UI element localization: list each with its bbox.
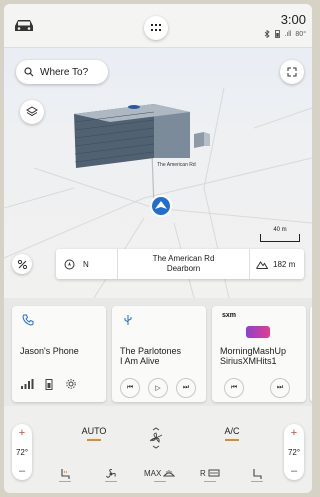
left-temperature-control[interactable]: + 72° – <box>12 424 32 480</box>
phone-name: Jason's Phone <box>20 346 79 356</box>
auto-indicator <box>87 439 101 441</box>
next-channel-icon: ⏭ <box>276 384 284 391</box>
max-defrost-indicator <box>153 481 166 482</box>
search-icon <box>24 67 34 77</box>
layers-icon <box>26 106 38 117</box>
heated-seat-indicator <box>59 481 71 482</box>
car-icon <box>15 20 33 31</box>
heading-indicator[interactable]: N <box>56 249 118 279</box>
altitude-text: 182 m <box>273 259 296 269</box>
expand-icon <box>287 67 297 77</box>
radio-controls: ⏮ ⏭ <box>224 378 290 398</box>
navigation-info-bar: N The American Rd Dearborn 182 m <box>56 249 304 279</box>
rear-defrost-icon <box>208 469 220 477</box>
artist-name: The Parlotones <box>120 346 182 356</box>
previous-channel-icon: ⏮ <box>230 384 238 391</box>
map-layers-button[interactable] <box>20 100 44 124</box>
battery-icon[interactable] <box>42 378 56 390</box>
phone-card[interactable]: Jason's Phone <box>12 306 106 402</box>
clock: 3:00 <box>280 12 306 27</box>
play-icon: ▷ <box>155 385 161 392</box>
station-logo-icon <box>246 326 270 338</box>
air-flow-button[interactable] <box>250 468 264 482</box>
apps-button[interactable] <box>144 16 168 40</box>
partial-card[interactable]: A <box>310 306 312 402</box>
grid-icon <box>151 24 161 31</box>
fan-indicator <box>105 481 117 482</box>
route-options-icon <box>17 259 27 269</box>
map-scale: 40 m <box>260 227 300 242</box>
top-bar: 3:00 .ıll 80° <box>4 4 312 48</box>
fan-recirculate-icon <box>106 468 116 478</box>
phone-battery-icon <box>275 30 281 38</box>
right-temperature-control[interactable]: + 72° – <box>284 424 304 480</box>
play-button[interactable]: ▷ <box>148 378 168 398</box>
show-name: MorningMashUp <box>220 346 287 356</box>
rear-defrost-indicator <box>203 481 216 482</box>
settings-icon[interactable] <box>64 378 78 390</box>
mountain-icon <box>256 260 268 269</box>
fan-icon <box>149 427 163 449</box>
music-controls: ⏮ ▷ ⏭ <box>120 378 196 398</box>
city-name: Dearborn <box>166 264 201 273</box>
search-bar[interactable]: Where To? <box>16 60 108 84</box>
rear-defrost-button[interactable]: R <box>200 468 220 482</box>
signal-bars-icon[interactable] <box>20 378 34 390</box>
map-road-label: The American Rd <box>157 162 196 168</box>
status-icons: .ıll 80° <box>264 30 306 38</box>
climate-bar: + 72° – + 72° – AUTO A/C MAX R <box>4 406 312 493</box>
media-cards: Jason's Phone The Parlotones I Am Alive … <box>4 298 312 406</box>
scale-label: 40 m <box>273 227 287 233</box>
altitude-indicator: 182 m <box>250 249 304 279</box>
left-temp-value: 72° <box>15 447 29 457</box>
heading-text: N <box>83 259 89 269</box>
next-channel-button[interactable]: ⏭ <box>270 378 290 398</box>
auto-climate-button[interactable]: AUTO <box>76 426 112 441</box>
road-name: The American Rd <box>152 254 215 263</box>
usb-icon <box>124 315 132 325</box>
map-options-button[interactable] <box>12 254 32 274</box>
next-icon: ⏭ <box>182 384 190 391</box>
previous-icon: ⏮ <box>126 384 134 391</box>
satellite-radio-card[interactable]: sxm MorningMashUp SiriusXMHits1 ⏮ ⏭ <box>212 306 306 402</box>
heated-seat-icon <box>61 469 70 479</box>
auto-label: AUTO <box>81 426 107 436</box>
vehicle-button[interactable] <box>12 16 36 34</box>
heated-seat-button[interactable] <box>58 468 72 482</box>
previous-channel-button[interactable]: ⏮ <box>224 378 244 398</box>
seat-airflow-icon <box>253 469 262 479</box>
outside-temperature: 80° <box>295 30 306 38</box>
signal-strength: .ıll <box>284 30 292 38</box>
track-name: I Am Alive <box>120 356 160 366</box>
bluetooth-icon <box>265 30 271 38</box>
phone-controls <box>20 378 78 390</box>
recirculation-button[interactable] <box>104 468 118 482</box>
navigation-map[interactable]: Where To? The American Rd 40 m N The Ame… <box>4 48 312 298</box>
usb-music-card[interactable]: The Parlotones I Am Alive ⏮ ▷ ⏭ <box>112 306 206 402</box>
fullscreen-button[interactable] <box>280 60 304 84</box>
compass-icon <box>64 259 75 269</box>
air-flow-indicator <box>251 481 263 482</box>
right-temp-down-button[interactable]: – <box>291 466 297 477</box>
right-temp-value: 72° <box>287 447 301 457</box>
phone-icon <box>22 314 34 326</box>
channel-name: SiriusXMHits1 <box>220 356 277 366</box>
max-defrost-button[interactable]: MAX <box>144 468 176 482</box>
next-track-button[interactable]: ⏭ <box>176 378 196 398</box>
sxm-logo: sxm <box>222 312 237 319</box>
search-placeholder: Where To? <box>40 66 89 78</box>
current-road: The American Rd Dearborn <box>118 249 250 279</box>
left-temp-up-button[interactable]: + <box>19 428 25 439</box>
right-temp-up-button[interactable]: + <box>291 428 297 439</box>
front-defrost-icon <box>163 470 176 477</box>
max-label: MAX <box>144 468 162 478</box>
ac-indicator <box>225 439 239 441</box>
infotainment-screen: 3:00 .ıll 80° Where To? The American Rd … <box>4 4 312 493</box>
fan-speed-control[interactable] <box>144 426 168 450</box>
left-temp-down-button[interactable]: – <box>19 466 25 477</box>
ac-button[interactable]: A/C <box>218 426 246 441</box>
ac-label: A/C <box>224 426 240 436</box>
rear-label: R <box>200 468 206 478</box>
previous-track-button[interactable]: ⏮ <box>120 378 140 398</box>
